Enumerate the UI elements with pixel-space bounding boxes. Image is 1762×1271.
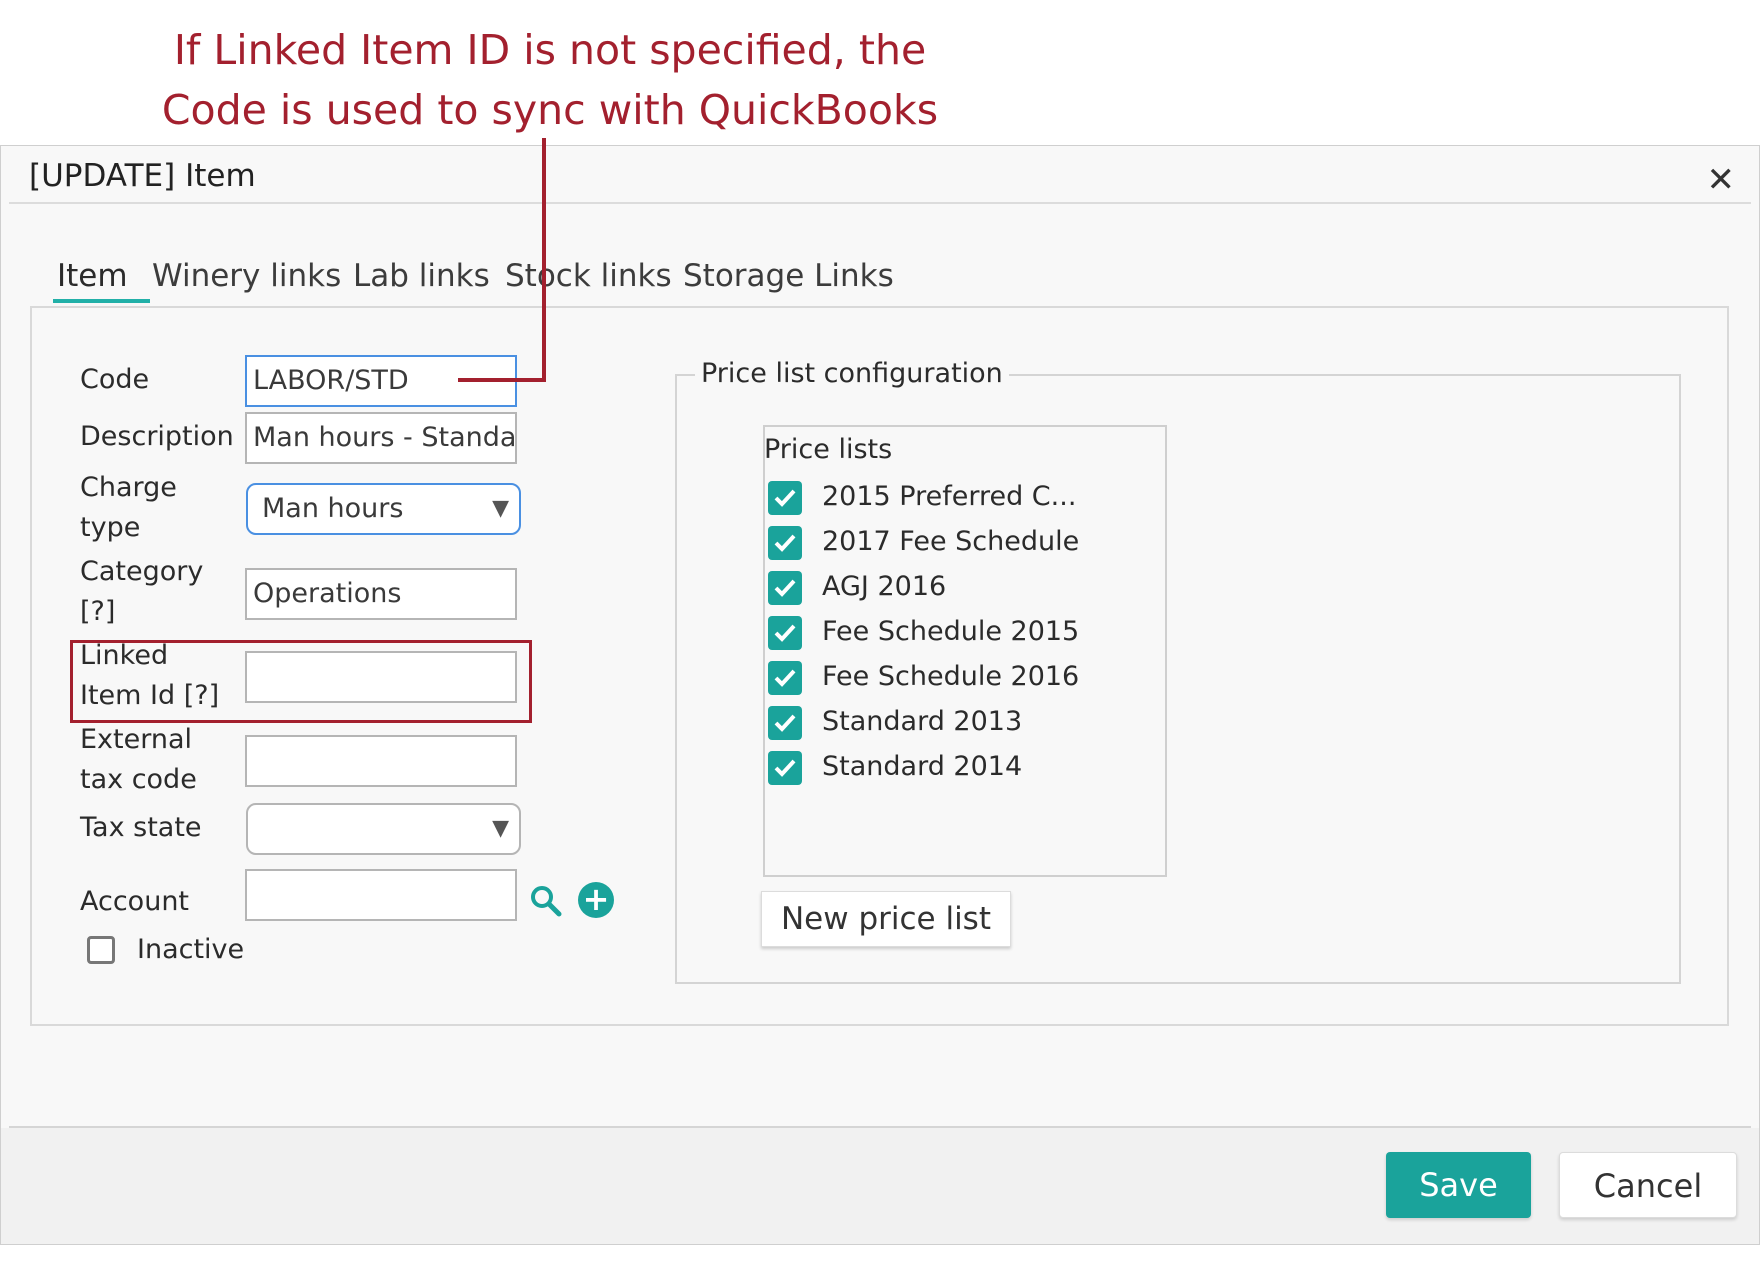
title-divider	[9, 202, 1751, 204]
category-label-1: Category	[80, 556, 204, 587]
new-price-list-button[interactable]: New price list	[761, 891, 1011, 947]
tab-item[interactable]: Item	[57, 258, 128, 294]
plus-circle-icon[interactable]: +	[578, 882, 614, 918]
charge-type-select[interactable]: Man hours ▼	[246, 483, 521, 535]
check-icon	[774, 489, 796, 507]
price-list-checkbox[interactable]	[768, 526, 802, 560]
linked-item-label-1: Linked	[80, 640, 169, 671]
description-label: Description	[80, 421, 234, 452]
check-icon	[774, 759, 796, 777]
chevron-down-icon: ▼	[492, 816, 509, 841]
charge-type-label-2: type	[80, 512, 141, 543]
dialog-title: [UPDATE] Item	[29, 158, 256, 194]
price-list-label: Standard 2013	[822, 706, 1023, 737]
tab-lab-links[interactable]: Lab links	[353, 258, 490, 294]
check-icon	[774, 579, 796, 597]
external-tax-code-label-1: External	[80, 724, 193, 755]
inactive-label: Inactive	[137, 934, 245, 965]
tax-state-select[interactable]: ▼	[246, 803, 521, 855]
charge-type-label-1: Charge	[80, 472, 177, 503]
tab-stock-links[interactable]: Stock links	[505, 258, 672, 294]
price-list-checkbox[interactable]	[768, 616, 802, 650]
check-icon	[774, 669, 796, 687]
price-lists-title: Price lists	[764, 434, 893, 465]
check-icon	[774, 534, 796, 552]
account-label: Account	[80, 886, 190, 917]
linked-item-label-2: Item Id [?]	[80, 680, 220, 711]
price-list-config-legend: Price list configuration	[695, 352, 1009, 396]
check-icon	[774, 714, 796, 732]
external-tax-code-label-2: tax code	[80, 764, 197, 795]
check-icon	[774, 624, 796, 642]
chevron-down-icon: ▼	[492, 496, 509, 521]
price-list-label: Fee Schedule 2015	[822, 616, 1080, 647]
price-list-checkbox[interactable]	[768, 571, 802, 605]
code-input[interactable]: LABOR/STD	[245, 355, 517, 407]
inactive-checkbox[interactable]	[87, 936, 115, 964]
close-icon[interactable]: ✕	[1707, 160, 1736, 200]
account-input[interactable]	[245, 869, 517, 921]
category-input[interactable]: Operations	[245, 568, 517, 620]
cancel-button[interactable]: Cancel	[1559, 1152, 1737, 1218]
tab-storage-links[interactable]: Storage Links	[683, 258, 894, 294]
external-tax-code-input[interactable]	[245, 735, 517, 787]
footer-divider	[9, 1126, 1751, 1128]
category-label-2: [?]	[80, 596, 116, 627]
tax-state-label: Tax state	[80, 812, 202, 843]
code-label: Code	[80, 364, 150, 395]
annotation-line-1: If Linked Item ID is not specified, the	[173, 26, 927, 74]
price-list-checkbox[interactable]	[768, 751, 802, 785]
search-icon[interactable]	[528, 883, 562, 917]
description-input[interactable]: Man hours - Standa	[245, 412, 517, 464]
linked-item-id-input[interactable]	[245, 651, 517, 703]
save-button[interactable]: Save	[1386, 1152, 1531, 1218]
price-list-label: Standard 2014	[822, 751, 1023, 782]
price-list-checkbox[interactable]	[768, 706, 802, 740]
charge-type-value: Man hours	[262, 493, 404, 524]
tab-winery-links[interactable]: Winery links	[152, 258, 341, 294]
annotation-line-2: Code is used to sync with QuickBooks	[161, 86, 939, 134]
price-list-label: Fee Schedule 2016	[822, 661, 1080, 692]
active-tab-indicator	[53, 299, 150, 303]
price-list-label: AGJ 2016	[822, 571, 947, 602]
price-list-label: 2015 Preferred C...	[822, 481, 1077, 512]
price-list-checkbox[interactable]	[768, 661, 802, 695]
price-list-label: 2017 Fee Schedule	[822, 526, 1080, 557]
price-list-checkbox[interactable]	[768, 481, 802, 515]
update-item-dialog: [UPDATE] Item ✕ Item Winery links Lab li…	[0, 145, 1760, 1245]
